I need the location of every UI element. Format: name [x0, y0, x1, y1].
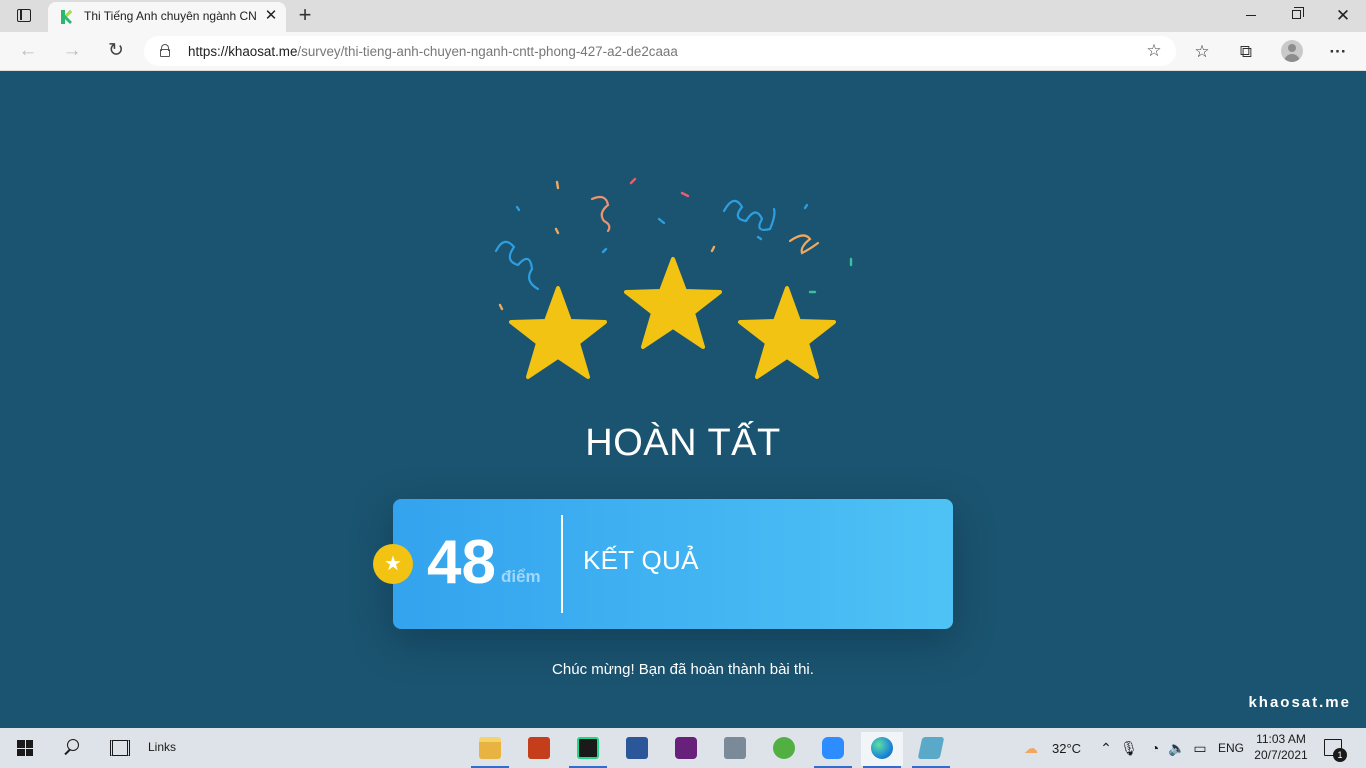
minimize-icon	[1246, 15, 1256, 16]
tab-actions-icon[interactable]	[10, 7, 38, 25]
minimize-button[interactable]	[1228, 0, 1274, 32]
edge-icon	[871, 737, 893, 759]
score-value: 48	[427, 528, 496, 597]
zoom-icon	[822, 737, 844, 759]
collections-icon[interactable]: ⧉	[1233, 39, 1259, 65]
weather-temperature[interactable]: 32°C	[1052, 741, 1081, 756]
close-window-button[interactable]: ✕	[1320, 0, 1366, 32]
browser-toolbar: ← → ↻ https://khaosat.me/survey/thi-tien…	[0, 32, 1366, 71]
new-tab-button[interactable]: +	[292, 3, 318, 29]
restore-icon	[1292, 7, 1304, 19]
star-icon-left	[509, 286, 607, 379]
lock-icon[interactable]	[160, 44, 170, 57]
search-icon[interactable]	[63, 739, 81, 757]
url-path: /survey/thi-tieng-anh-chuyen-nganh-cntt-…	[297, 44, 678, 59]
clock[interactable]: 11:03 AM 20/7/2021	[1250, 731, 1312, 763]
battery-icon[interactable]: ▭	[1191, 740, 1209, 756]
url-host: https://khaosat.me	[188, 44, 298, 59]
word-app[interactable]	[616, 732, 658, 766]
score-divider	[561, 515, 563, 613]
tab-title: Thi Tiếng Anh chuyên ngành CNTT	[84, 9, 256, 23]
refresh-button[interactable]: ↻	[102, 38, 130, 64]
star-icon-center	[624, 257, 722, 349]
coccoc-app[interactable]	[763, 732, 805, 766]
windows-taskbar: Links ☁ 32°C ⌃ 🎙 ◔ 🔈 ▭ ENG 11:03 AM 20/7…	[0, 728, 1366, 768]
word-icon	[626, 737, 648, 759]
browser-tab[interactable]: Thi Tiếng Anh chuyên ngành CNTT ✕	[48, 2, 286, 32]
pycharm-icon	[577, 737, 599, 759]
microphone-icon[interactable]: 🎙	[1120, 740, 1138, 756]
more-menu-icon[interactable]: ···	[1325, 39, 1351, 65]
back-button[interactable]: ←	[14, 38, 42, 64]
coccoc-icon	[773, 737, 795, 759]
completion-heading: HOÀN TẤT	[585, 422, 781, 464]
browser-titlebar: Thi Tiếng Anh chuyên ngành CNTT ✕ + ✕	[0, 0, 1366, 32]
celebration-graphic	[494, 177, 853, 379]
notes-icon	[917, 737, 945, 759]
edge-app[interactable]	[861, 732, 903, 768]
result-label: KẾT QUẢ	[583, 545, 699, 575]
profile-avatar[interactable]	[1281, 40, 1303, 62]
task-view-icon[interactable]	[110, 740, 130, 756]
windows-start-icon[interactable]	[17, 740, 33, 756]
notification-count: 1	[1333, 748, 1347, 762]
file-explorer-app[interactable]	[469, 732, 511, 768]
score-card: ★ 48 điểm KẾT QUẢ	[373, 499, 953, 629]
forward-button[interactable]: →	[58, 38, 86, 64]
clock-time: 11:03 AM	[1256, 732, 1306, 746]
tab-close-icon[interactable]: ✕	[262, 7, 280, 25]
site-watermark: khaosat.me	[1248, 694, 1351, 711]
file-explorer-icon	[479, 737, 501, 759]
score-badge: ★	[373, 544, 413, 584]
language-indicator[interactable]: ENG	[1218, 741, 1244, 755]
visual-studio-app[interactable]	[665, 732, 707, 766]
zoom-app[interactable]	[812, 732, 854, 768]
congratulation-message: Chúc mừng! Bạn đã hoàn thành bài thi.	[552, 661, 814, 678]
favorites-icon[interactable]: ☆	[1189, 39, 1215, 65]
links-toolbar[interactable]: Links	[148, 740, 176, 754]
pycharm-app[interactable]	[567, 732, 609, 768]
add-favorite-icon[interactable]: ☆	[1143, 40, 1165, 62]
settings-tool-app[interactable]	[714, 732, 756, 766]
powerpoint-app[interactable]	[518, 732, 560, 766]
chevron-up-icon[interactable]: ⌃	[1097, 740, 1115, 756]
visual-studio-icon	[675, 737, 697, 759]
maximize-button[interactable]	[1274, 0, 1320, 32]
weather-icon[interactable]: ☁	[1022, 740, 1040, 756]
clock-date: 20/7/2021	[1254, 748, 1308, 762]
network-icon[interactable]: ◔	[1146, 740, 1164, 756]
star-icon-right	[738, 286, 836, 379]
khaosat-favicon-icon	[61, 10, 72, 24]
notes-app[interactable]	[910, 732, 952, 768]
powerpoint-icon	[528, 737, 550, 759]
score-unit: điểm	[501, 567, 541, 586]
star-badge-icon: ★	[384, 553, 402, 575]
volume-icon[interactable]: 🔈	[1168, 740, 1186, 756]
address-bar[interactable]: https://khaosat.me/survey/thi-tieng-anh-…	[144, 36, 1176, 66]
url-text[interactable]: https://khaosat.me/survey/thi-tieng-anh-…	[188, 44, 678, 59]
page-content: HOÀN TẤT ★ 48 điểm KẾT QUẢ Chúc mừng! Bạ…	[0, 71, 1366, 728]
settings-tool-icon	[724, 737, 746, 759]
